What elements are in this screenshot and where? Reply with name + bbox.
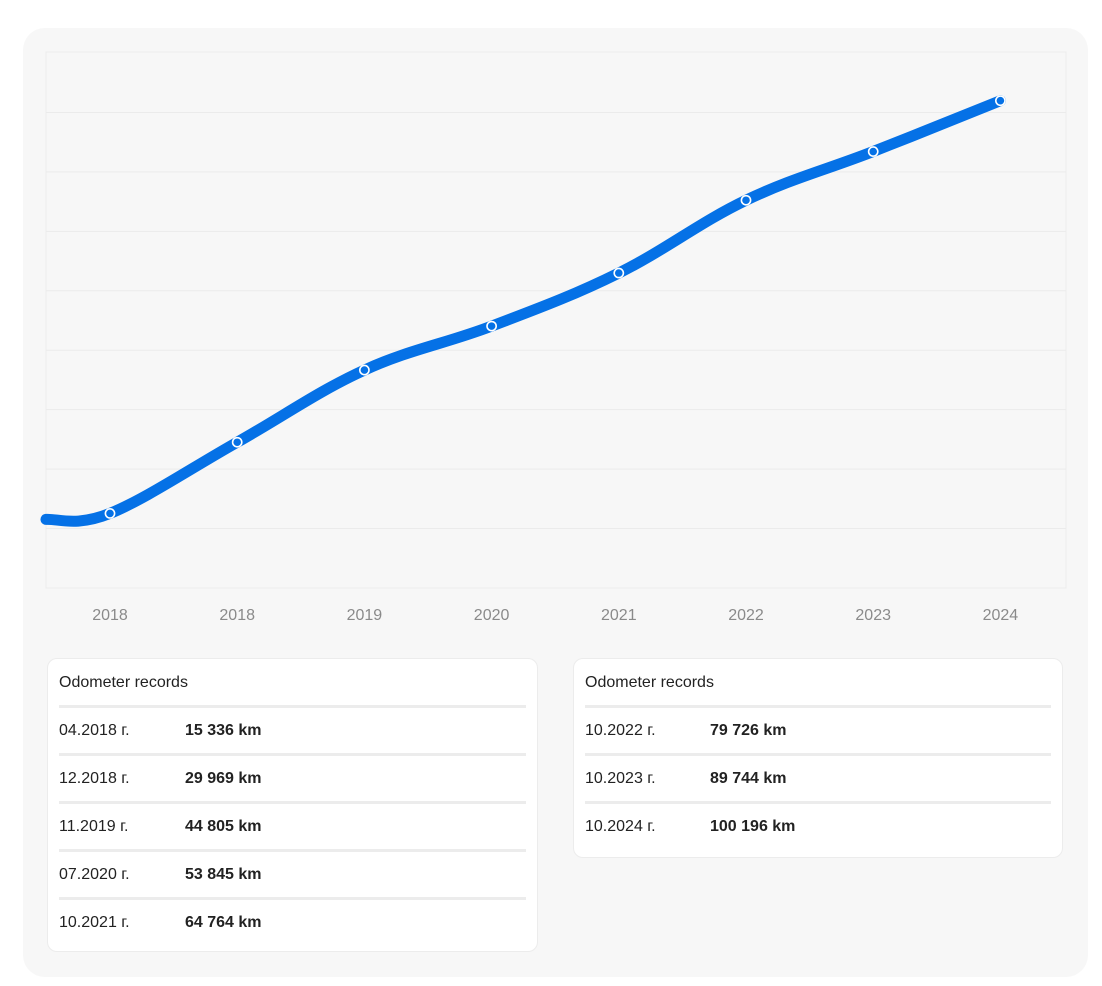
- data-point: [613, 267, 625, 279]
- records-title: Odometer records: [59, 659, 526, 708]
- odometer-chart: 2018 2018 2019 2020 2021 2022 2023 2024: [40, 51, 1067, 632]
- data-point: [104, 508, 116, 519]
- record-value: 44 805 km: [185, 817, 262, 835]
- record-date: 11.2019 г.: [59, 817, 129, 835]
- record-row: 10.2022 г. 79 726 km: [585, 708, 1051, 756]
- data-point: [867, 146, 879, 157]
- record-date: 07.2020 г.: [59, 865, 130, 883]
- record-value: 53 845 km: [185, 865, 262, 883]
- record-row: 11.2019 г. 44 805 km: [59, 804, 526, 852]
- data-point: [486, 320, 497, 332]
- record-date: 12.2018 г.: [59, 769, 130, 787]
- x-tick-label: 2022: [728, 607, 764, 624]
- data-point: [358, 364, 370, 376]
- x-tick-label: 2020: [474, 607, 510, 624]
- record-row: 10.2023 г. 89 744 km: [585, 756, 1051, 804]
- x-tick-label: 2021: [601, 607, 637, 624]
- record-value: 29 969 km: [185, 769, 262, 787]
- record-row: 10.2021 г. 64 764 km: [59, 900, 526, 945]
- record-value: 79 726 km: [710, 721, 787, 739]
- record-date: 10.2022 г.: [585, 721, 656, 739]
- x-tick-label: 2019: [347, 607, 383, 624]
- record-date: 10.2024 г.: [585, 817, 656, 835]
- record-date: 04.2018 г.: [59, 721, 130, 739]
- records-title: Odometer records: [585, 659, 1051, 708]
- odometer-records-card-left: Odometer records 04.2018 г. 15 336 km 12…: [47, 658, 538, 952]
- x-tick-label: 2024: [983, 607, 1019, 624]
- record-row: 07.2020 г. 53 845 km: [59, 852, 526, 900]
- record-row: 04.2018 г. 15 336 km: [59, 708, 526, 756]
- x-tick-label: 2018: [219, 607, 255, 624]
- x-tick-label: 2018: [92, 607, 128, 624]
- record-value: 64 764 km: [185, 913, 262, 931]
- data-point: [231, 436, 243, 448]
- odometer-chart-svg: 2018 2018 2019 2020 2021 2022 2023 2024: [40, 51, 1067, 624]
- record-value: 15 336 km: [185, 721, 262, 739]
- odometer-records-card-right: Odometer records 10.2022 г. 79 726 km 10…: [573, 658, 1063, 858]
- record-row: 12.2018 г. 29 969 km: [59, 756, 526, 804]
- data-point: [740, 194, 752, 206]
- record-date: 10.2023 г.: [585, 769, 656, 787]
- record-value: 89 744 km: [710, 769, 787, 787]
- x-tick-label: 2023: [855, 607, 891, 624]
- record-date: 10.2021 г.: [59, 913, 130, 931]
- record-row: 10.2024 г. 100 196 km: [585, 804, 1051, 849]
- data-point: [995, 95, 1006, 107]
- record-value: 100 196 km: [710, 817, 796, 835]
